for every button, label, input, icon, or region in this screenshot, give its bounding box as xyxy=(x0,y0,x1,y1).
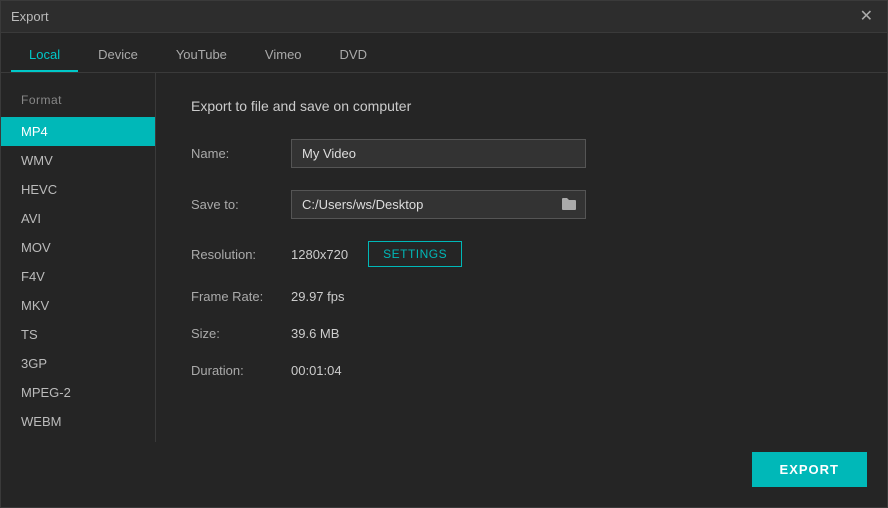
name-input[interactable] xyxy=(291,139,586,168)
size-value: 39.6 MB xyxy=(291,326,339,341)
sidebar-item-wmv[interactable]: WMV xyxy=(1,146,155,175)
sidebar-item-hevc[interactable]: HEVC xyxy=(1,175,155,204)
browse-folder-button[interactable] xyxy=(553,192,585,218)
resolution-row: Resolution: 1280x720 SETTINGS xyxy=(191,241,852,267)
resolution-label: Resolution: xyxy=(191,247,291,262)
tab-dvd[interactable]: DVD xyxy=(322,39,385,72)
export-window: Export ✕ Local Device YouTube Vimeo DVD … xyxy=(0,0,888,508)
resolution-value-group: 1280x720 SETTINGS xyxy=(291,241,462,267)
sidebar-item-avi[interactable]: AVI xyxy=(1,204,155,233)
format-label: Format xyxy=(1,93,155,117)
sidebar-item-f4v[interactable]: F4V xyxy=(1,262,155,291)
save-to-label: Save to: xyxy=(191,197,291,212)
sidebar-item-3gp[interactable]: 3GP xyxy=(1,349,155,378)
resolution-value: 1280x720 xyxy=(291,247,348,262)
tab-youtube[interactable]: YouTube xyxy=(158,39,245,72)
settings-button[interactable]: SETTINGS xyxy=(368,241,462,267)
name-label: Name: xyxy=(191,146,291,161)
content-area: Format MP4 WMV HEVC AVI MOV F4V MKV TS 3… xyxy=(1,73,887,442)
title-bar: Export ✕ xyxy=(1,1,887,33)
window-title: Export xyxy=(11,9,49,24)
save-to-input[interactable] xyxy=(292,191,553,218)
footer: EXPORT xyxy=(1,442,887,507)
format-sidebar: Format MP4 WMV HEVC AVI MOV F4V MKV TS 3… xyxy=(1,73,156,442)
duration-label: Duration: xyxy=(191,363,291,378)
tab-device[interactable]: Device xyxy=(80,39,156,72)
sidebar-item-mkv[interactable]: MKV xyxy=(1,291,155,320)
main-panel: Export to file and save on computer Name… xyxy=(156,73,887,442)
path-container xyxy=(291,190,586,219)
sidebar-item-mov[interactable]: MOV xyxy=(1,233,155,262)
sidebar-item-ts[interactable]: TS xyxy=(1,320,155,349)
duration-value: 00:01:04 xyxy=(291,363,342,378)
name-row: Name: xyxy=(191,139,852,168)
sidebar-item-webm[interactable]: WEBM xyxy=(1,407,155,436)
sidebar-item-mpeg2[interactable]: MPEG-2 xyxy=(1,378,155,407)
size-row: Size: 39.6 MB xyxy=(191,326,852,341)
close-button[interactable]: ✕ xyxy=(856,7,877,27)
duration-row: Duration: 00:01:04 xyxy=(191,363,852,378)
frame-rate-row: Frame Rate: 29.97 fps xyxy=(191,289,852,304)
tab-vimeo[interactable]: Vimeo xyxy=(247,39,320,72)
folder-icon xyxy=(561,197,577,211)
save-to-row: Save to: xyxy=(191,190,852,219)
export-button[interactable]: EXPORT xyxy=(752,452,867,487)
frame-rate-label: Frame Rate: xyxy=(191,289,291,304)
size-label: Size: xyxy=(191,326,291,341)
tab-bar: Local Device YouTube Vimeo DVD xyxy=(1,33,887,73)
section-title: Export to file and save on computer xyxy=(191,98,852,114)
frame-rate-value: 29.97 fps xyxy=(291,289,345,304)
sidebar-item-mp4[interactable]: MP4 xyxy=(1,117,155,146)
tab-local[interactable]: Local xyxy=(11,39,78,72)
